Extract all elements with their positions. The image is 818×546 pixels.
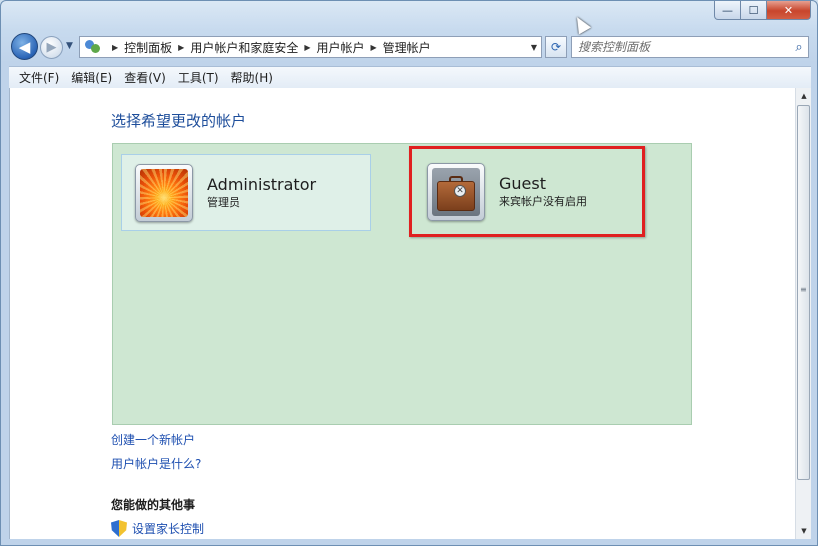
- search-icon[interactable]: ⌕: [790, 40, 808, 55]
- search-box[interactable]: ⌕: [571, 36, 809, 58]
- menu-help[interactable]: 帮助(H): [225, 69, 279, 86]
- close-button[interactable]: ✕: [767, 1, 811, 20]
- address-dropdown-icon[interactable]: ▼: [527, 43, 541, 52]
- navigation-bar: ◀ ▶ ▼ ▶ 控制面板 ▶ 用户帐户和家庭安全 ▶ 用户帐户 ▶ 管理帐户 ▼…: [9, 32, 811, 62]
- address-bar[interactable]: ▶ 控制面板 ▶ 用户帐户和家庭安全 ▶ 用户帐户 ▶ 管理帐户 ▼: [79, 36, 542, 58]
- forward-button[interactable]: ▶: [40, 36, 63, 59]
- vertical-scrollbar[interactable]: ▲ ≡ ▼: [795, 88, 811, 539]
- breadcrumb-user-accounts[interactable]: 用户帐户: [317, 39, 365, 56]
- account-text: Guest 来宾帐户没有启用: [499, 174, 587, 210]
- recent-pages-dropdown[interactable]: ▼: [66, 41, 73, 51]
- menu-edit[interactable]: 编辑(E): [65, 69, 118, 86]
- avatar: ✕: [427, 162, 485, 221]
- what-is-user-account-link[interactable]: 用户帐户是什么?: [111, 455, 201, 472]
- flower-avatar-icon: [140, 168, 188, 217]
- scroll-down-icon[interactable]: ▼: [796, 523, 812, 539]
- maximize-button[interactable]: ☐: [741, 1, 767, 20]
- account-role: 管理员: [207, 195, 240, 209]
- avatar: [135, 163, 193, 222]
- search-input[interactable]: [578, 38, 790, 56]
- other-tasks-heading: 您能做的其他事: [111, 498, 196, 512]
- control-panel-window: — ☐ ✕ ◀ ▶ ▼ ▶ 控制面板 ▶ 用户帐户和家庭安全 ▶ 用户帐户 ▶ …: [0, 0, 818, 546]
- menu-bar: 文件(F) 编辑(E) 查看(V) 工具(T) 帮助(H): [9, 66, 811, 88]
- account-tile-guest[interactable]: ✕ Guest 来宾帐户没有启用: [409, 146, 645, 237]
- content-pane: 选择希望更改的帐户 Administrator 管理员 ✕ Guest 来宾帐户…: [9, 88, 811, 539]
- menu-view[interactable]: 查看(V): [118, 69, 172, 86]
- chevron-right-icon[interactable]: ▶: [112, 43, 118, 52]
- scroll-thumb[interactable]: ≡: [797, 105, 810, 480]
- breadcrumb-control-panel[interactable]: 控制面板: [124, 39, 172, 56]
- grip-icon: ≡: [800, 285, 807, 294]
- breadcrumb-user-accounts-family-safety[interactable]: 用户帐户和家庭安全: [190, 39, 298, 56]
- caption-buttons: — ☐ ✕: [714, 1, 811, 20]
- menu-file[interactable]: 文件(F): [13, 69, 65, 86]
- shield-icon: [111, 520, 127, 537]
- menu-tools[interactable]: 工具(T): [172, 69, 225, 86]
- account-text: Administrator 管理员: [207, 175, 316, 211]
- create-account-link[interactable]: 创建一个新帐户: [111, 431, 195, 448]
- accounts-panel: Administrator 管理员 ✕ Guest 来宾帐户没有启用: [112, 143, 692, 425]
- account-role: 来宾帐户没有启用: [499, 194, 587, 208]
- task-label[interactable]: 设置家长控制: [132, 520, 204, 537]
- chevron-right-icon[interactable]: ▶: [371, 43, 377, 52]
- page-title: 选择希望更改的帐户: [111, 112, 247, 130]
- account-name: Guest: [499, 173, 546, 193]
- parental-controls-link[interactable]: 设置家长控制: [111, 520, 204, 537]
- minimize-button[interactable]: —: [714, 1, 741, 20]
- refresh-button[interactable]: ⟳: [545, 36, 567, 58]
- chevron-right-icon[interactable]: ▶: [178, 43, 184, 52]
- users-icon: [84, 39, 102, 55]
- briefcase-avatar-icon: ✕: [432, 167, 480, 216]
- scroll-up-icon[interactable]: ▲: [796, 88, 812, 104]
- breadcrumb-manage-accounts[interactable]: 管理帐户: [383, 39, 431, 56]
- back-button[interactable]: ◀: [11, 33, 38, 60]
- account-tile-administrator[interactable]: Administrator 管理员: [121, 154, 371, 231]
- account-name: Administrator: [207, 174, 317, 194]
- chevron-right-icon[interactable]: ▶: [304, 43, 310, 52]
